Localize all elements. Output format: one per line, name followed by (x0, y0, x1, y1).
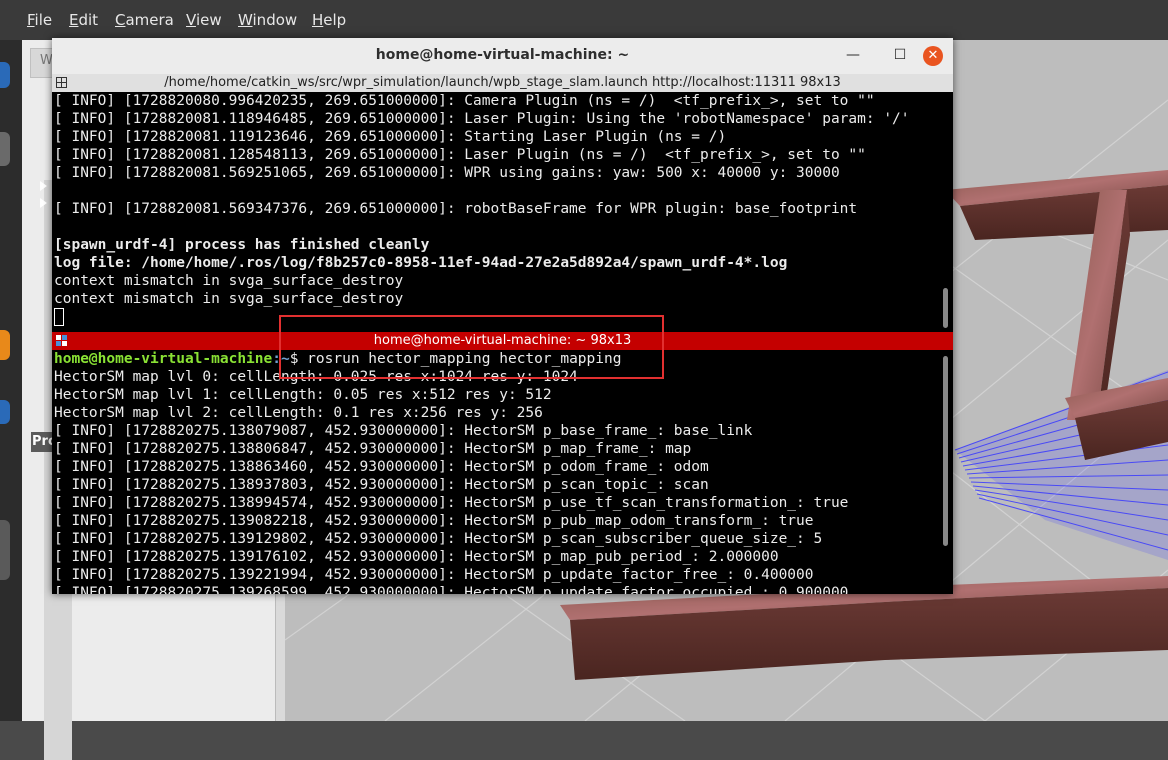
highlight-annotation-box (279, 315, 664, 379)
terminal-line: [ INFO] [1728820275.138937803, 452.93000… (54, 477, 709, 493)
terminal-line: [ INFO] [1728820080.996420235, 269.65100… (54, 93, 875, 109)
menu-mnemonic: F (27, 11, 35, 29)
pane2-scrollbar[interactable] (940, 350, 953, 594)
maximize-icon[interactable]: ☐ (889, 44, 911, 66)
pane1-title-bar[interactable]: /home/home/catkin_ws/src/wpr_simulation/… (52, 74, 953, 92)
menu-label: dit (78, 11, 99, 29)
terminal-line: [ INFO] [1728820275.139176102, 452.93000… (54, 549, 779, 565)
dock-app-icon[interactable] (0, 520, 10, 580)
terminal-line: [ INFO] [1728820275.139221994, 452.93000… (54, 567, 814, 583)
terminal-line: [ INFO] [1728820081.119123646, 269.65100… (54, 129, 727, 145)
menu-label: iew (195, 11, 222, 29)
pane1-scroll-thumb[interactable] (943, 288, 948, 328)
pane1-title: /home/home/catkin_ws/src/wpr_simulation/… (164, 75, 841, 90)
menu-mnemonic: W (238, 11, 253, 29)
terminal-line: [ INFO] [1728820275.138863460, 452.93000… (54, 459, 709, 475)
terminal-line: [ INFO] [1728820275.138079087, 452.93000… (54, 423, 753, 439)
terminal-pane-2[interactable]: home@home-virtual-machine:~$ rosrun hect… (52, 350, 940, 594)
minimize-icon[interactable]: — (842, 44, 864, 66)
menu-help[interactable]: Help (312, 11, 346, 29)
terminal-line: [ INFO] [1728820275.139129802, 452.93000… (54, 531, 823, 547)
menu-label: amera (125, 11, 174, 29)
terminal-pane-1[interactable]: [ INFO] [1728820080.996420235, 269.65100… (52, 92, 940, 332)
terminal-line: HectorSM map lvl 1: cellLength: 0.05 res… (54, 387, 552, 403)
menu-mnemonic: V (186, 11, 196, 29)
terminal-line: [ INFO] [1728820081.128548113, 269.65100… (54, 147, 866, 163)
text-cursor (54, 308, 64, 326)
menu-edit[interactable]: Edit (69, 11, 98, 29)
pane1-output: [ INFO] [1728820080.996420235, 269.65100… (52, 92, 940, 308)
terminator-grid-icon[interactable] (56, 335, 67, 346)
menu-mnemonic: H (312, 11, 324, 29)
dock-app-icon[interactable] (0, 132, 10, 166)
gazebo-menubar: File Edit Camera View Window Help (0, 0, 1168, 40)
menu-label: ile (34, 11, 53, 29)
terminal-line: [ INFO] [1728820275.139268599, 452.93000… (54, 585, 849, 594)
prompt-user: home@home-virtual-machine (54, 351, 273, 367)
menu-file[interactable]: File (27, 11, 52, 29)
terminal-title: home@home-virtual-machine: ~ (375, 47, 630, 63)
menu-label: elp (323, 11, 347, 29)
menu-mnemonic: C (115, 11, 126, 29)
pane1-scrollbar[interactable] (940, 92, 953, 332)
dock-app-icon[interactable] (0, 330, 10, 360)
terminal-line: [spawn_urdf-4] process has finished clea… (54, 237, 430, 253)
menu-camera[interactable]: Camera (115, 11, 174, 29)
dock-app-icon[interactable] (0, 62, 10, 88)
terminal-line: log file: /home/home/.ros/log/f8b257c0-8… (54, 255, 788, 271)
pane2-scroll-thumb[interactable] (943, 356, 948, 546)
terminal-titlebar[interactable]: home@home-virtual-machine: ~ — ☐ ✕ (52, 38, 953, 75)
terminator-grid-icon[interactable] (56, 77, 67, 88)
terminal-line: [ INFO] [1728820275.138994574, 452.93000… (54, 495, 849, 511)
close-icon[interactable]: ✕ (923, 46, 943, 66)
terminal-line: context mismatch in svga_surface_destroy (54, 273, 404, 289)
dock-app-icon[interactable] (0, 400, 10, 424)
expand-arrow-icon[interactable] (40, 198, 47, 208)
menu-view[interactable]: View (186, 11, 222, 29)
terminal-line: [ INFO] [1728820275.138806847, 452.93000… (54, 441, 692, 457)
terminal-line: [ INFO] [1728820081.118946485, 269.65100… (54, 111, 910, 127)
terminal-line: [ INFO] [1728820081.569347376, 269.65100… (54, 201, 858, 217)
terminal-line: HectorSM map lvl 2: cellLength: 0.1 res … (54, 405, 543, 421)
menu-label: indow (252, 11, 298, 29)
terminal-line: context mismatch in svga_surface_destroy (54, 291, 404, 307)
expand-arrow-icon[interactable] (40, 181, 47, 191)
pane2-output: HectorSM map lvl 0: cellLength: 0.025 re… (52, 368, 940, 594)
terminal-line: [ INFO] [1728820275.139082218, 452.93000… (54, 513, 814, 529)
ubuntu-dock (0, 40, 22, 721)
menu-window[interactable]: Window (238, 11, 297, 29)
terminal-line: [ INFO] [1728820081.569251065, 269.65100… (54, 165, 840, 181)
